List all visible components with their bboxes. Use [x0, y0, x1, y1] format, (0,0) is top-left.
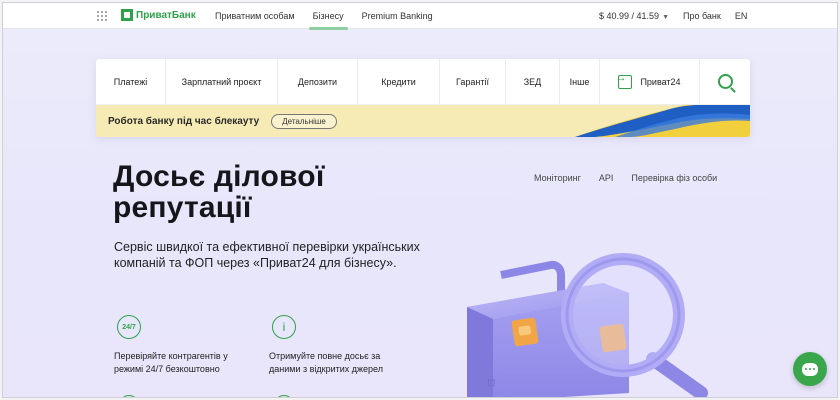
blackout-notice: Робота банку під час блекауту Детальніше	[96, 105, 750, 137]
chat-button[interactable]	[793, 352, 827, 386]
privat24-label: Приват24	[640, 76, 681, 87]
logo-text: ПриватБанк	[136, 9, 196, 21]
menu-item-other[interactable]: Інше	[560, 59, 600, 104]
nav-business[interactable]: Бізнесу	[308, 11, 348, 30]
feature-dossier-line-1: Отримуйте повне досьє за	[269, 351, 381, 361]
nav-premium[interactable]: Premium Banking	[362, 11, 433, 21]
language-switch[interactable]: EN	[735, 11, 748, 21]
clock-24-7-icon: 24/7	[117, 315, 141, 339]
search-icon	[717, 74, 733, 89]
link-monitoring[interactable]: Моніторинг	[534, 173, 581, 183]
feature-24-7: Перевіряйте контрагентів у режимі 24/7 б…	[114, 350, 228, 376]
link-person-check[interactable]: Перевірка фіз особи	[631, 173, 717, 183]
login-icon	[615, 72, 633, 89]
top-right: $ 40.99 / 41.59 ▼ Про банк EN	[599, 11, 747, 21]
title-line-2: репутації	[113, 191, 252, 224]
svg-text:⊡: ⊡	[487, 378, 495, 389]
hero-subtitle: Сервіс швидкої та ефективної перевірки у…	[114, 240, 420, 270]
menu-item-credits[interactable]: Кредити	[358, 59, 440, 104]
notice-text: Робота банку під час блекауту	[108, 115, 260, 127]
chevron-down-icon: ▼	[662, 14, 669, 21]
apps-grid-icon[interactable]	[97, 11, 107, 21]
nav-private[interactable]: Приватним особам	[215, 11, 295, 21]
privatbank-logo[interactable]: ПриватБанк	[121, 9, 196, 21]
menu-item-payments[interactable]: Платежі	[96, 59, 166, 104]
feature-dossier-line-2: даними з відкритих джерел	[269, 364, 383, 374]
top-bar: ПриватБанк Приватним особам Бізнесу Prem…	[3, 3, 837, 30]
details-button[interactable]: Детальніше	[271, 113, 337, 129]
chat-icon	[802, 362, 818, 376]
feature-24-7-line-1: Перевіряйте контрагентів у	[114, 351, 228, 361]
privatbank-logo-icon	[121, 9, 133, 21]
feature-24-7-line-2: режимі 24/7 безкоштовно	[114, 364, 220, 374]
menu-item-guarantees[interactable]: Гарантії	[440, 59, 506, 104]
page: ПриватБанк Приватним особам Бізнесу Prem…	[2, 2, 838, 398]
business-menu: Платежі Зарплатний проєкт Депозити Креди…	[96, 59, 750, 137]
menu-item-deposits[interactable]: Депозити	[278, 59, 358, 104]
menu-item-salary[interactable]: Зарплатний проєкт	[166, 59, 278, 104]
briefcase-magnifier-illustration: ⊡	[467, 253, 708, 397]
privat24-link[interactable]: Приват24	[600, 59, 700, 104]
search-button[interactable]	[700, 59, 750, 104]
exchange-rate[interactable]: $ 40.99 / 41.59 ▼	[599, 11, 669, 21]
title-line-1: Досьє ділової	[113, 160, 325, 193]
check-icon	[274, 395, 294, 397]
info-icon: i	[272, 315, 296, 339]
menu-item-zed[interactable]: ЗЕД	[506, 59, 560, 104]
about-bank-link[interactable]: Про банк	[683, 11, 721, 21]
menu-row: Платежі Зарплатний проєкт Депозити Креди…	[96, 59, 750, 105]
document-icon	[119, 395, 139, 397]
exchange-rate-text: $ 40.99 / 41.59	[599, 11, 660, 21]
segment-nav: Приватним особам Бізнесу Premium Banking	[215, 11, 433, 30]
ukraine-flag-image	[575, 105, 750, 137]
link-api[interactable]: API	[599, 173, 614, 183]
section-links: Моніторинг API Перевірка фіз особи	[534, 173, 717, 183]
page-title: Досьє ділової репутації	[113, 161, 413, 223]
feature-dossier: Отримуйте повне досьє за даними з відкри…	[269, 350, 383, 376]
